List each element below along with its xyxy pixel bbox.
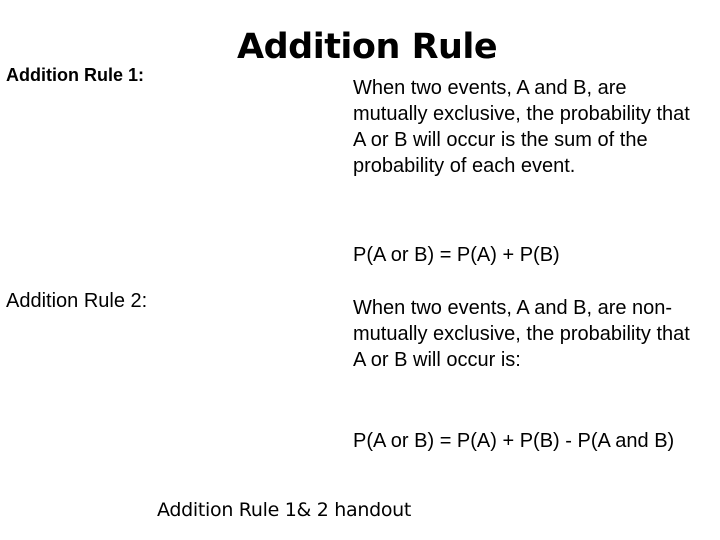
rule2-description: When two events, A and B, are non-mutual… — [353, 297, 690, 371]
slide-title: Addition Rule — [237, 27, 498, 67]
rule1-label: Addition Rule 1: — [6, 65, 144, 85]
slide: Addition Rule Addition Rule 1: When two … — [0, 0, 720, 540]
rule2-formula: P(A or B) = P(A) + P(B) - P(A and B) — [353, 430, 675, 452]
rule1-formula: P(A or B) = P(A) + P(B) — [353, 244, 560, 266]
rule1-description: When two events, A and B, are mutually e… — [353, 77, 690, 177]
rule2-label: Addition Rule 2: — [6, 290, 148, 312]
handout-footer: Addition Rule 1& 2 handout — [157, 499, 412, 521]
